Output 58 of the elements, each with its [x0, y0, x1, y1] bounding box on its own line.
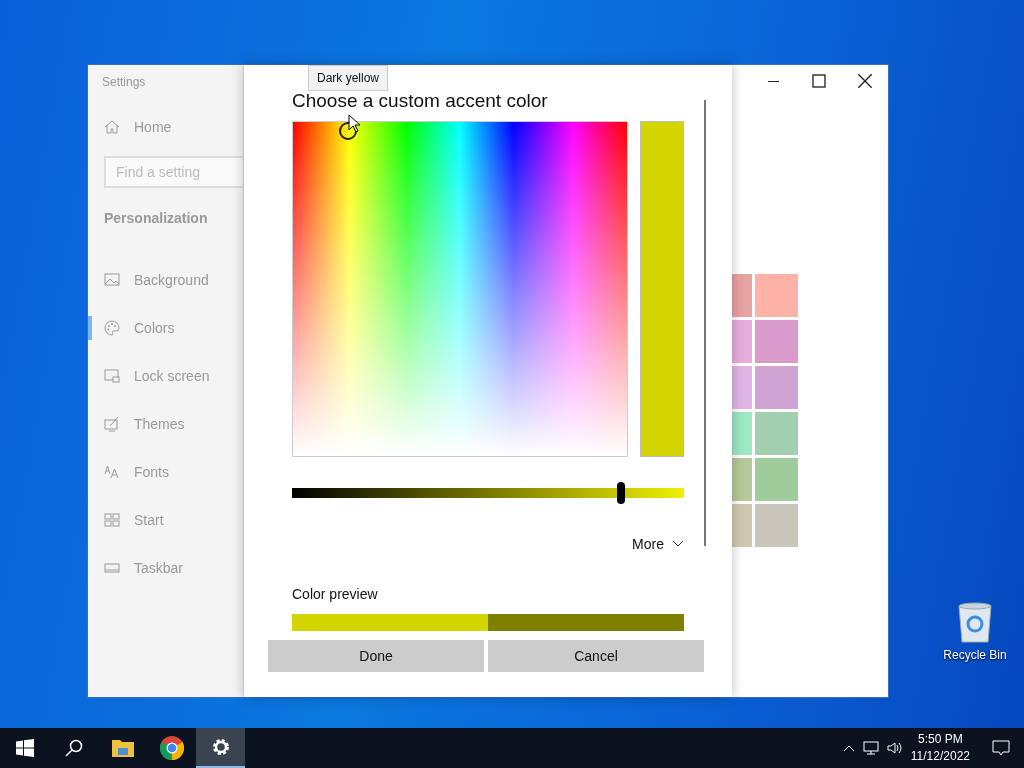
- search-field[interactable]: Find a setting: [104, 156, 243, 188]
- clock-date[interactable]: 11/12/2022: [910, 748, 970, 765]
- color-swatch[interactable]: [732, 412, 752, 455]
- brush-icon: [104, 416, 120, 432]
- dialog-button[interactable]: Cancel: [488, 640, 704, 672]
- gear-icon: [210, 737, 231, 757]
- windows-logo-icon: [15, 739, 34, 757]
- network-icon[interactable]: [862, 741, 879, 755]
- folder-icon: [111, 739, 134, 757]
- chevron-up-icon[interactable]: [842, 744, 855, 752]
- minimize-icon: [767, 80, 779, 82]
- dialog-title: Choose a custom accent color: [292, 90, 549, 113]
- window-title: Settings: [101, 74, 147, 91]
- sidebar-item[interactable]: Colors: [88, 304, 243, 352]
- home-nav-item[interactable]: Home: [88, 103, 243, 151]
- picture-icon: [104, 272, 120, 288]
- mouse-pointer-icon: [348, 114, 361, 134]
- color-swatch[interactable]: [755, 320, 798, 363]
- color-swatch[interactable]: [755, 504, 798, 547]
- section-heading: Personalization: [104, 210, 209, 226]
- color-swatch[interactable]: [755, 458, 798, 501]
- color-swatch[interactable]: [732, 320, 752, 363]
- tooltip: Dark yellow: [308, 65, 388, 91]
- color-swatch[interactable]: [755, 412, 798, 455]
- sidebar-item[interactable]: Start: [88, 496, 243, 544]
- palette-icon: [104, 320, 120, 336]
- color-swatch[interactable]: [732, 366, 752, 409]
- home-icon: [104, 119, 120, 135]
- taskbar-icon: [104, 560, 120, 576]
- color-spectrum[interactable]: [292, 121, 628, 457]
- tiles-icon: [104, 512, 120, 528]
- recycle-bin-icon[interactable]: [955, 600, 995, 644]
- color-swatch[interactable]: [755, 274, 798, 317]
- section-label: Color preview: [292, 586, 379, 602]
- speaker-icon[interactable]: [886, 741, 903, 755]
- color-swatch[interactable]: [732, 458, 752, 501]
- slider-thumb[interactable]: [617, 482, 626, 504]
- sidebar-item[interactable]: Fonts: [88, 448, 243, 496]
- taskbar-button[interactable]: [196, 728, 245, 768]
- close-icon: [857, 73, 873, 89]
- browser-icon: [159, 736, 184, 760]
- scrollbar[interactable]: [704, 100, 706, 546]
- letters-icon: [104, 464, 120, 480]
- color-swatch[interactable]: [732, 504, 752, 547]
- lock-screen-icon: [104, 368, 120, 384]
- sidebar-item[interactable]: Themes: [88, 400, 243, 448]
- chevron-down-icon: [672, 540, 684, 548]
- sidebar-item[interactable]: Background: [88, 256, 243, 304]
- maximize-icon: [811, 73, 827, 89]
- dialog-button[interactable]: Done: [268, 640, 484, 672]
- sidebar-item[interactable]: Lock screen: [88, 352, 243, 400]
- color-swatch[interactable]: [732, 274, 752, 317]
- color-swatch[interactable]: [755, 366, 798, 409]
- notification-icon[interactable]: [992, 739, 1010, 757]
- desktop-icon-label[interactable]: Recycle Bin: [943, 648, 1007, 662]
- sidebar-item[interactable]: Taskbar: [88, 544, 243, 592]
- search-icon: [64, 739, 83, 757]
- clock-time[interactable]: 5:50 PM: [918, 731, 963, 748]
